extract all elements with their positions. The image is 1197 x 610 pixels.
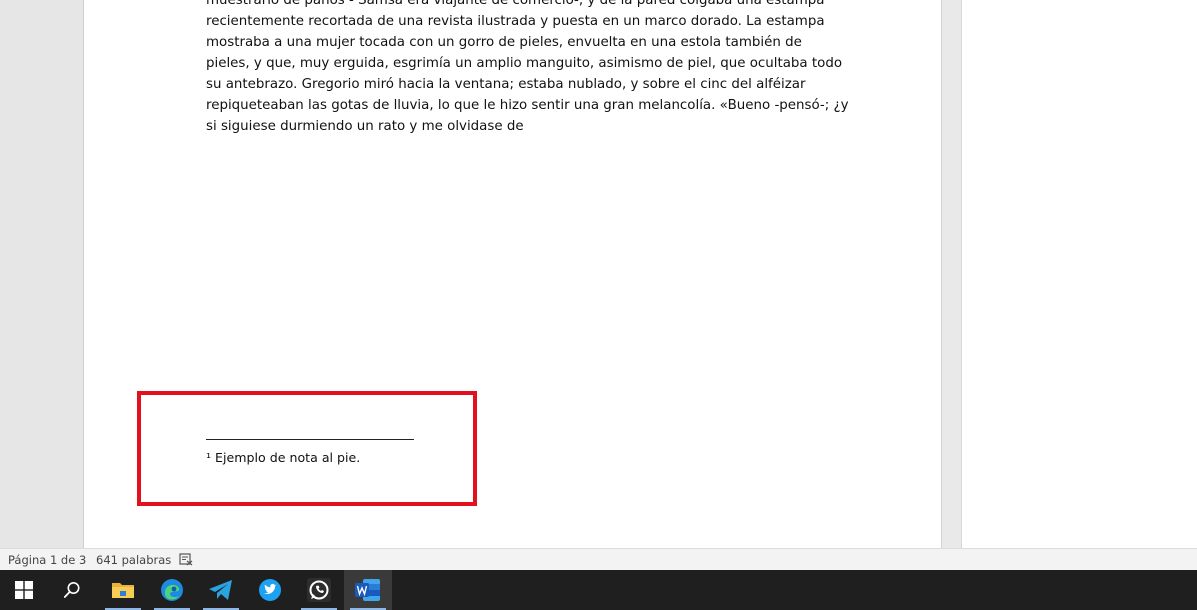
- twitter-button[interactable]: [246, 570, 294, 610]
- footnote-highlight-box: [137, 391, 477, 506]
- start-button[interactable]: [0, 570, 48, 610]
- search-button[interactable]: [48, 570, 96, 610]
- windows-logo-icon: [15, 581, 33, 599]
- whatsapp-icon: [307, 578, 331, 602]
- telegram-button[interactable]: [197, 570, 245, 610]
- text-line: mostraba a una mujer tocada con un gorro…: [206, 35, 802, 50]
- vertical-scrollbar[interactable]: [942, 0, 961, 548]
- search-icon: [63, 582, 80, 598]
- text-line: su antebrazo. Gregorio miró hacia la ven…: [206, 77, 806, 92]
- text-line: repiqueteaban las gotas de lluvia, lo qu…: [206, 98, 849, 113]
- twitter-icon: [259, 579, 281, 601]
- edge-button[interactable]: [148, 570, 196, 610]
- whatsapp-button[interactable]: [295, 570, 343, 610]
- taskbar: [0, 570, 1197, 610]
- text-line: si siguiese durmiendo un rato y me olvid…: [206, 119, 524, 134]
- proofing-icon[interactable]: [179, 553, 193, 566]
- edge-icon: [161, 579, 183, 601]
- telegram-icon: [209, 580, 232, 600]
- page-count-status[interactable]: Página 1 de 3: [8, 553, 86, 567]
- text-line: pieles, y que, muy erguida, esgrimía un …: [206, 56, 843, 71]
- word-count-status[interactable]: 641 palabras: [96, 553, 171, 567]
- folder-icon: [112, 583, 134, 598]
- word-icon: [355, 579, 380, 601]
- word-button[interactable]: [344, 570, 392, 610]
- text-line: muestrario de paños - Samsa era viajante…: [206, 0, 825, 8]
- status-bar: Página 1 de 3 641 palabras: [0, 548, 1197, 570]
- file-explorer-button[interactable]: [99, 570, 147, 610]
- text-line: recientemente recortada de una revista i…: [206, 14, 825, 29]
- document-body-text[interactable]: muestrario de paños - Samsa era viajante…: [206, 0, 849, 137]
- side-pane: [961, 0, 1197, 548]
